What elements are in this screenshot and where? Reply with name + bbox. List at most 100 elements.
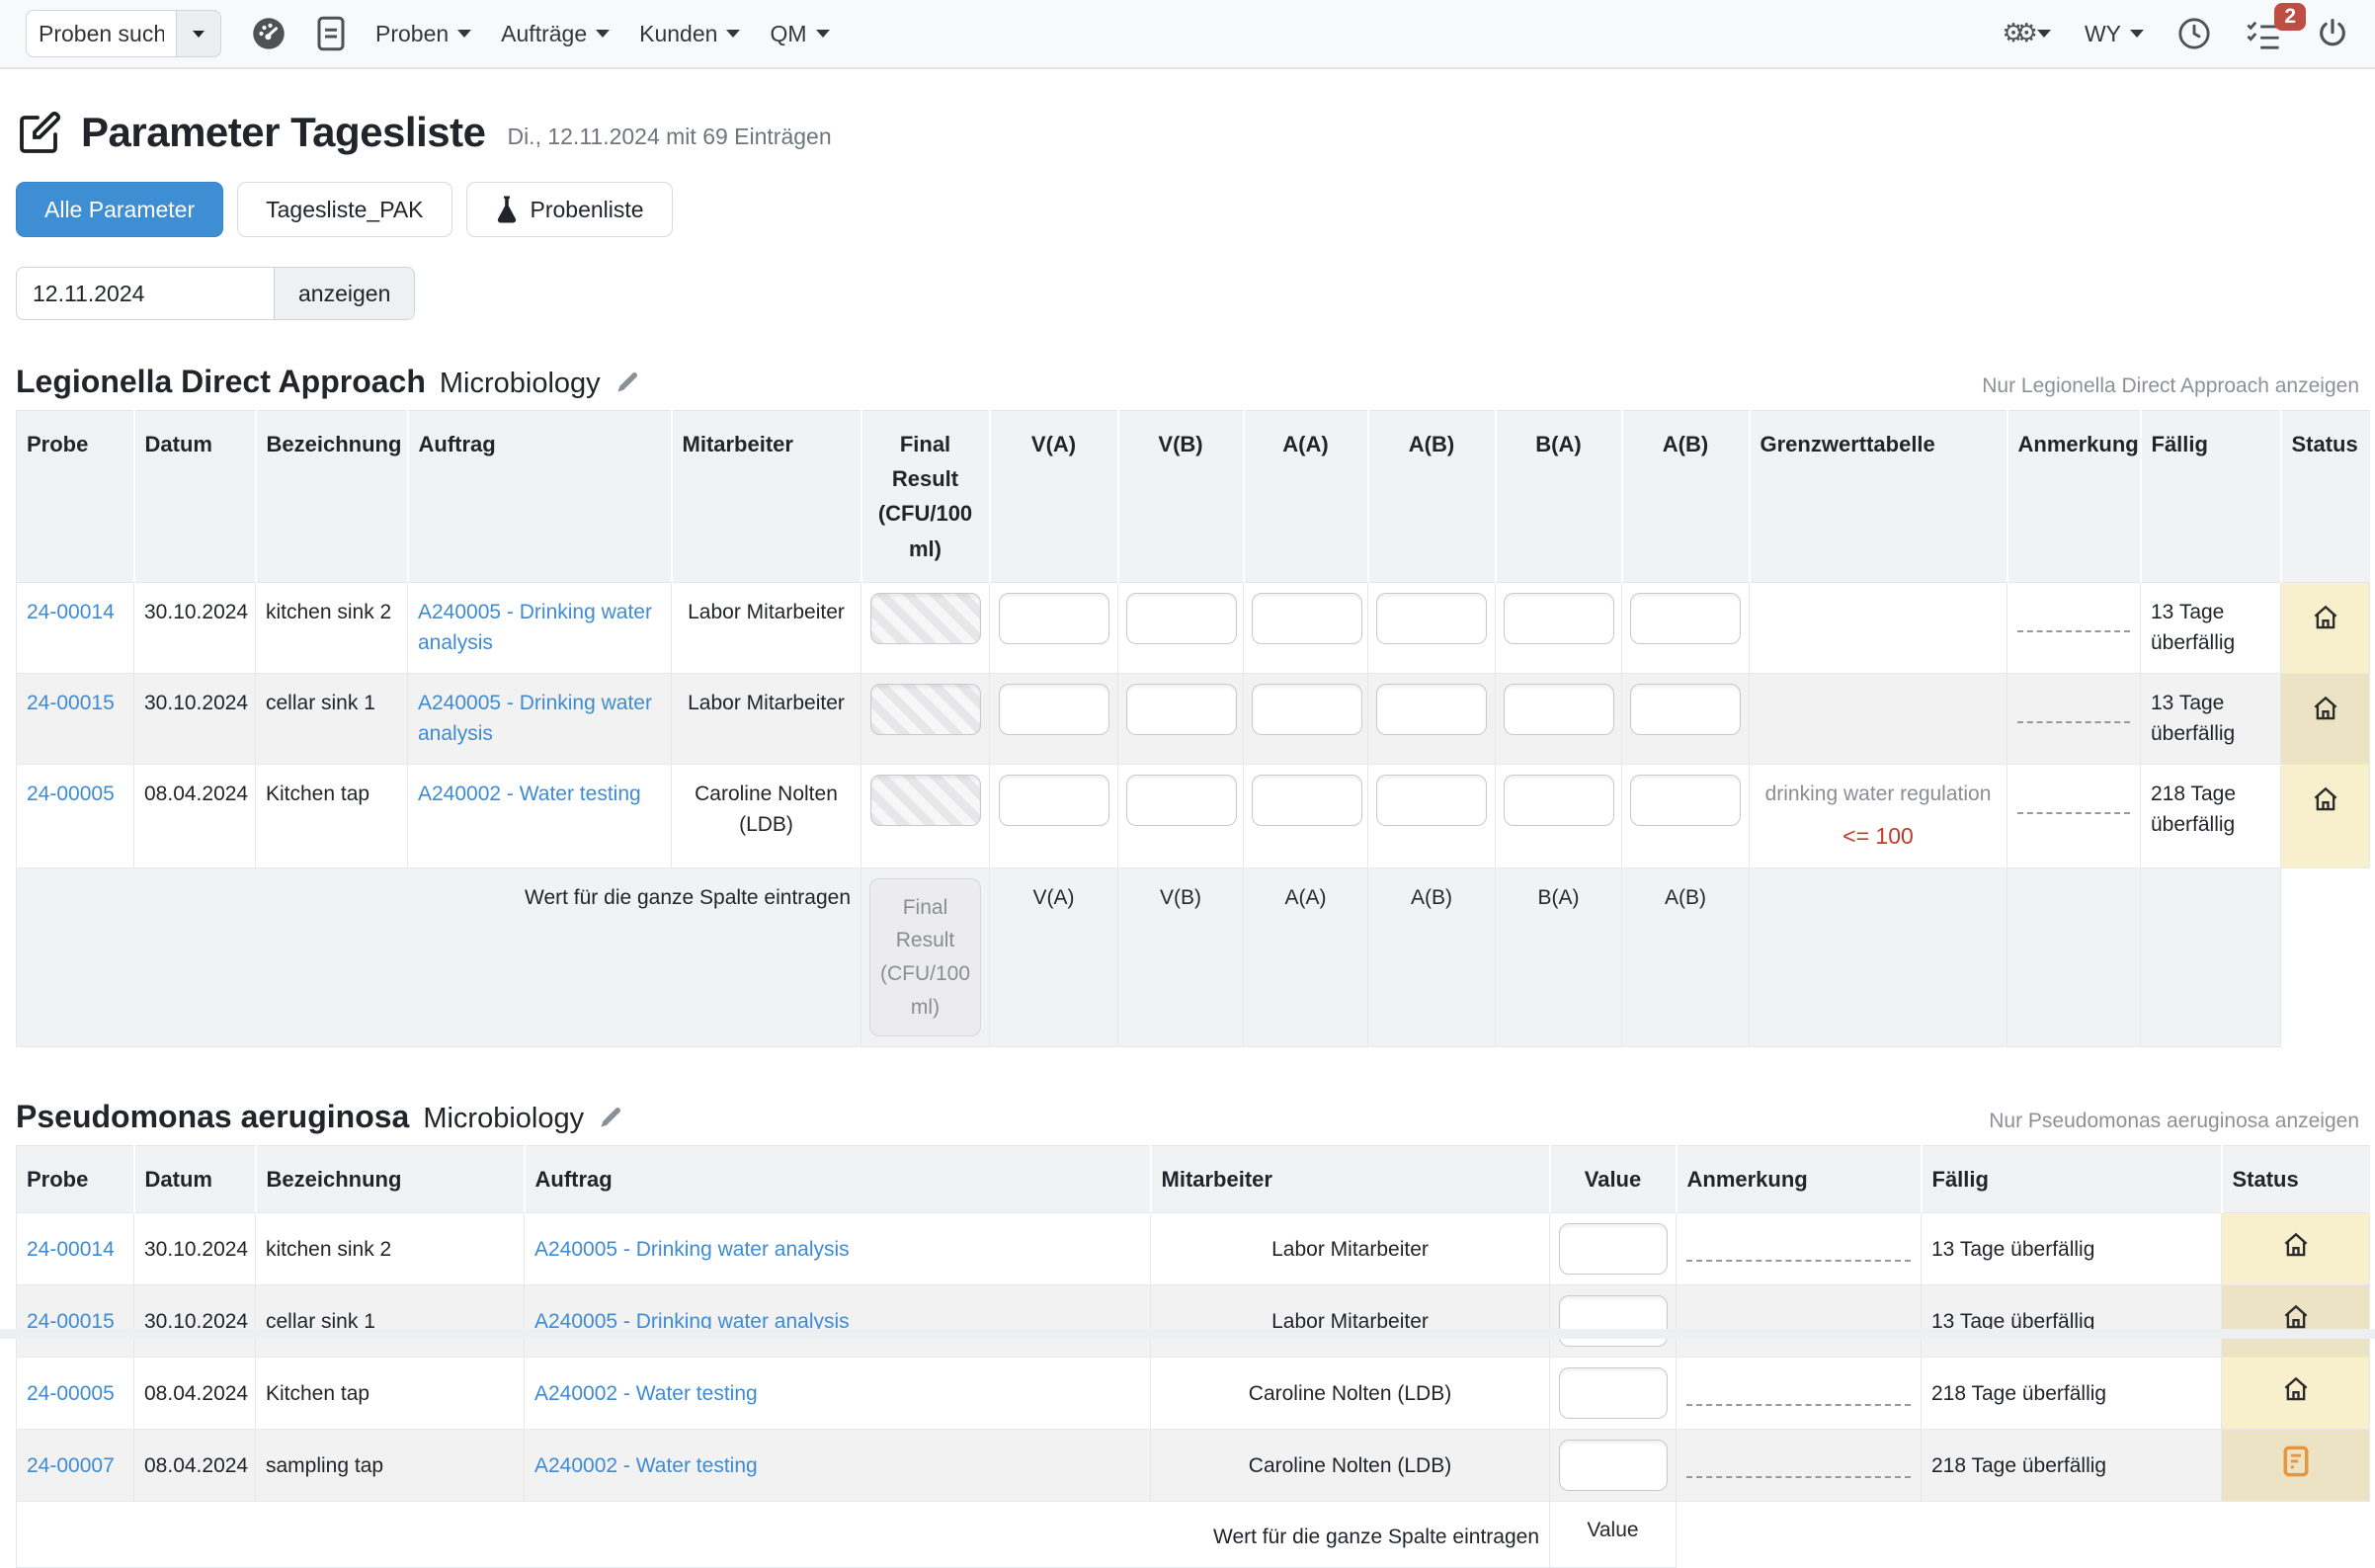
- final-result-chip: Final Result (CFU/100 ml): [869, 878, 981, 1036]
- auftrag-link[interactable]: A240002 - Water testing: [534, 1454, 758, 1477]
- ab-input[interactable]: [1376, 593, 1487, 644]
- settings-menu[interactable]: ⚙⚙: [2002, 19, 2051, 48]
- home-icon: [2311, 784, 2340, 814]
- tab-probenliste[interactable]: Probenliste: [466, 182, 673, 237]
- ab2-input[interactable]: [1630, 593, 1741, 644]
- fill-col-va[interactable]: V(A): [990, 867, 1118, 1046]
- auftrag-link[interactable]: A240005 - Drinking water analysis: [418, 692, 652, 746]
- anmerkung-field[interactable]: [2017, 609, 2130, 632]
- aa-input[interactable]: [1252, 775, 1362, 826]
- filter-pseudomonas-link[interactable]: Nur Pseudomonas aeruginosa anzeigen: [1989, 1110, 2359, 1133]
- flask-icon: [495, 195, 519, 224]
- probe-link[interactable]: 24-00005: [27, 783, 115, 805]
- table-row: 24-00005 08.04.2024 Kitchen tap A240002 …: [17, 1358, 2370, 1430]
- va-input[interactable]: [999, 593, 1109, 644]
- chevron-down-icon: [193, 31, 205, 38]
- anmerkung-field[interactable]: [1686, 1454, 1911, 1478]
- aa-input[interactable]: [1252, 593, 1362, 644]
- col-faellig: Fällig: [2141, 411, 2281, 583]
- probe-link[interactable]: 24-00007: [27, 1454, 115, 1477]
- user-menu[interactable]: WY: [2085, 21, 2144, 47]
- date-input[interactable]: [16, 267, 275, 320]
- ba-input[interactable]: [1504, 775, 1614, 826]
- vb-input[interactable]: [1126, 593, 1237, 644]
- gears-icon: ⚙⚙: [2002, 19, 2028, 48]
- fill-column-label: Wert für die ganze Spalte eintragen: [17, 867, 861, 1046]
- col-faellig: Fällig: [1922, 1146, 2222, 1213]
- clock-icon[interactable]: [2177, 17, 2211, 50]
- table-row: 24-00005 08.04.2024 Kitchen tap A240002 …: [17, 764, 2370, 867]
- status-badge: [2281, 582, 2370, 673]
- tab-tagesliste-pak[interactable]: Tagesliste_PAK: [237, 182, 451, 237]
- ab2-input[interactable]: [1630, 684, 1741, 735]
- vb-input[interactable]: [1126, 684, 1237, 735]
- ab2-input[interactable]: [1630, 775, 1741, 826]
- search-input[interactable]: [26, 10, 176, 57]
- menu-proben[interactable]: Proben: [375, 21, 471, 47]
- auftrag-link[interactable]: A240005 - Drinking water analysis: [534, 1238, 850, 1261]
- col-mitarbeiter: Mitarbeiter: [672, 411, 861, 583]
- value-input[interactable]: [1559, 1223, 1668, 1275]
- show-button[interactable]: anzeigen: [275, 267, 415, 320]
- probe-link[interactable]: 24-00014: [27, 1238, 115, 1261]
- home-icon: [2281, 1302, 2311, 1332]
- dashboard-icon[interactable]: [251, 16, 287, 51]
- probe-link[interactable]: 24-00014: [27, 601, 115, 623]
- col-value: Value: [1550, 1146, 1677, 1213]
- home-icon: [2311, 694, 2340, 723]
- fill-col-ab[interactable]: A(B): [1368, 867, 1496, 1046]
- aa-input[interactable]: [1252, 684, 1362, 735]
- section1-title: Legionella Direct Approach: [16, 364, 426, 400]
- value-input[interactable]: [1559, 1440, 1668, 1491]
- auftrag-link[interactable]: A240002 - Water testing: [418, 783, 641, 805]
- search-dropdown-button[interactable]: [176, 10, 221, 57]
- fill-col-aa[interactable]: A(A): [1244, 867, 1368, 1046]
- col-auftrag: Auftrag: [408, 411, 672, 583]
- final-result-input-disabled: [870, 593, 981, 644]
- status-badge: [2222, 1285, 2370, 1358]
- filter-legionella-link[interactable]: Nur Legionella Direct Approach anzeigen: [1982, 374, 2359, 398]
- menu-kunden[interactable]: Kunden: [639, 21, 740, 47]
- col-anmerkung: Anmerkung: [2007, 411, 2141, 583]
- edit-section-icon[interactable]: [598, 1104, 624, 1130]
- table-row: 24-00014 30.10.2024 kitchen sink 2 A2400…: [17, 582, 2370, 673]
- ab-input[interactable]: [1376, 684, 1487, 735]
- tab-alle-parameter[interactable]: Alle Parameter: [16, 182, 223, 237]
- anmerkung-field[interactable]: [2017, 790, 2130, 814]
- value-input[interactable]: [1559, 1295, 1668, 1347]
- fill-col-vb[interactable]: V(B): [1118, 867, 1244, 1046]
- pseudomonas-table: Probe Datum Bezeichnung Auftrag Mitarbei…: [16, 1145, 2370, 1568]
- probe-link[interactable]: 24-00005: [27, 1382, 115, 1405]
- column-fill-row: Wert für die ganze Spalte eintragen Valu…: [17, 1502, 2370, 1568]
- menu-auftraege[interactable]: Aufträge: [501, 21, 610, 47]
- fill-col-ab2[interactable]: A(B): [1622, 867, 1750, 1046]
- page-subtitle: Di., 12.11.2024 mit 69 Einträgen: [507, 124, 831, 150]
- section2-category: Microbiology: [423, 1103, 584, 1135]
- faellig-text: 13 Tage überfällig: [2141, 673, 2281, 764]
- fill-col-ba[interactable]: B(A): [1496, 867, 1622, 1046]
- tasklist-button[interactable]: 2: [2245, 17, 2282, 50]
- auftrag-link[interactable]: A240002 - Water testing: [534, 1382, 758, 1405]
- ba-input[interactable]: [1504, 684, 1614, 735]
- home-icon: [2281, 1230, 2311, 1260]
- ba-input[interactable]: [1504, 593, 1614, 644]
- document-icon[interactable]: [316, 16, 346, 51]
- fill-col-value[interactable]: Value: [1550, 1502, 1677, 1568]
- va-input[interactable]: [999, 775, 1109, 826]
- anmerkung-field[interactable]: [1686, 1382, 1911, 1406]
- edit-section-icon[interactable]: [614, 369, 641, 395]
- table-header-row: Probe Datum Bezeichnung Auftrag Mitarbei…: [17, 1146, 2370, 1213]
- value-input[interactable]: [1559, 1367, 1668, 1419]
- col-grenzwerttabelle: Grenzwerttabelle: [1750, 411, 2007, 583]
- auftrag-link[interactable]: A240005 - Drinking water analysis: [418, 601, 652, 655]
- logout-icon[interactable]: [2316, 17, 2349, 50]
- anmerkung-field[interactable]: [2017, 700, 2130, 723]
- vb-input[interactable]: [1126, 775, 1237, 826]
- anmerkung-field[interactable]: [1686, 1238, 1911, 1262]
- ab-input[interactable]: [1376, 775, 1487, 826]
- probe-link[interactable]: 24-00015: [27, 692, 115, 714]
- menu-qm[interactable]: QM: [770, 21, 829, 47]
- va-input[interactable]: [999, 684, 1109, 735]
- col-datum: Datum: [134, 1146, 256, 1213]
- column-fill-row: Wert für die ganze Spalte eintragen Fina…: [17, 867, 2370, 1046]
